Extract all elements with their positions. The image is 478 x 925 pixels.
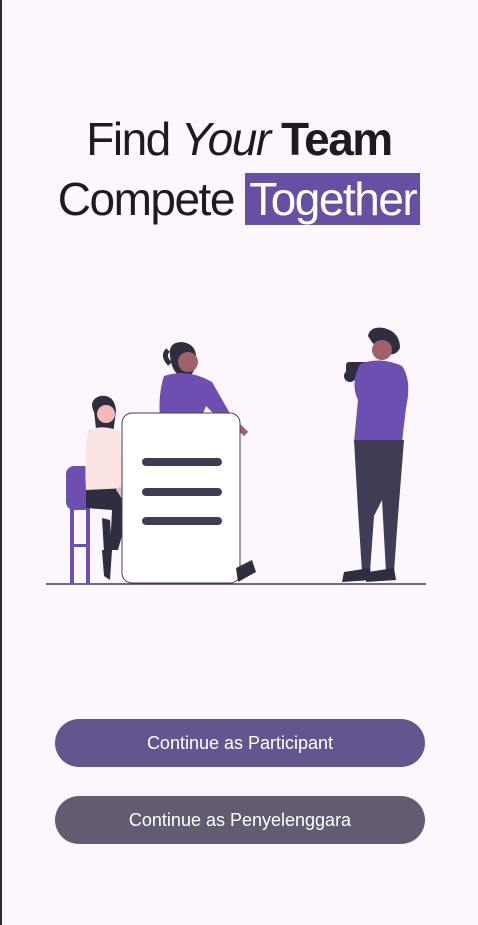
headline-find: Find — [86, 113, 171, 165]
photographer — [342, 327, 409, 582]
board — [121, 412, 241, 584]
headline-team: Team — [280, 113, 393, 165]
headline-line-2: Compete Together — [0, 173, 478, 225]
continue-as-organizer-button[interactable]: Continue as Penyelenggara — [55, 796, 425, 844]
headline-line-1: Find Your Team — [0, 116, 478, 162]
headline-compete: Compete — [57, 173, 236, 225]
continue-as-participant-button[interactable]: Continue as Participant — [55, 719, 425, 767]
team-collaboration-illustration — [46, 327, 426, 585]
headline-together-highlight: Together — [245, 173, 421, 225]
headline-your: Your — [181, 113, 271, 165]
